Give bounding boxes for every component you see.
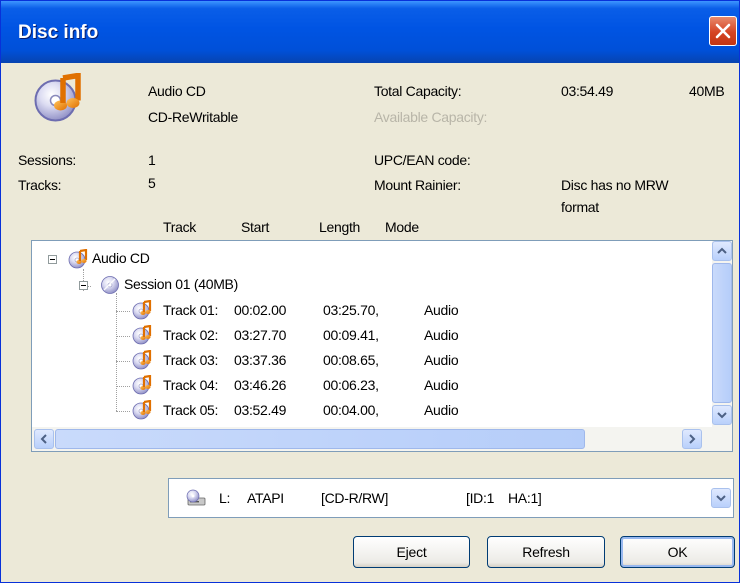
tracks-value: 5 — [148, 175, 156, 191]
mount-rainier-value-cont: format — [561, 199, 599, 215]
horizontal-scrollbar[interactable] — [32, 427, 732, 451]
drive-name: ATAPI — [247, 490, 284, 506]
track-label: Track 01: — [163, 302, 219, 318]
total-capacity-time: 03:54.49 — [561, 83, 614, 99]
track-mode: Audio — [424, 302, 459, 318]
sessions-value: 1 — [148, 152, 156, 168]
drive-dropdown-button[interactable] — [711, 488, 731, 508]
track-mode: Audio — [424, 327, 459, 343]
column-header-mode: Mode — [385, 219, 419, 235]
disc-media-label: CD-ReWritable — [148, 109, 238, 125]
track-length: 00:08.65, — [323, 352, 379, 368]
track-length: 03:25.70, — [323, 302, 379, 318]
column-header-track: Track — [163, 219, 196, 235]
upc-ean-label: UPC/EAN code: — [374, 152, 471, 168]
chevron-up-icon — [717, 247, 727, 254]
scroll-left-button[interactable] — [34, 429, 54, 449]
window-title: Disc info — [18, 22, 99, 43]
total-capacity-size: 40MB — [689, 83, 725, 99]
audio-track-icon — [132, 300, 152, 320]
scroll-right-button[interactable] — [682, 429, 702, 449]
sessions-label: Sessions: — [18, 152, 76, 168]
mount-rainier-label: Mount Rainier: — [374, 177, 461, 193]
audio-cd-icon — [68, 249, 88, 269]
audio-track-icon — [132, 375, 152, 395]
collapse-session-button[interactable] — [79, 281, 88, 290]
title-bar: Disc info — [1, 1, 739, 63]
session-disc-icon — [101, 276, 119, 294]
column-header-length: Length — [319, 219, 361, 235]
column-header-start: Start — [241, 219, 270, 235]
track-length: 00:06.23, — [323, 377, 379, 393]
disc-type-label: Audio CD — [148, 83, 206, 99]
refresh-button[interactable]: Refresh — [487, 536, 605, 568]
track-start: 03:52.49 — [234, 402, 287, 418]
chevron-right-icon — [689, 434, 696, 444]
track-start: 03:46.26 — [234, 377, 287, 393]
total-capacity-label: Total Capacity: — [374, 83, 462, 99]
track-mode: Audio — [424, 377, 459, 393]
drive-letter: L: — [219, 490, 231, 506]
track-start: 00:02.00 — [234, 302, 287, 318]
vertical-scrollbar[interactable] — [712, 241, 732, 427]
disc-info-dialog: Disc info Audio CD CD-ReWritable Total C… — [0, 0, 740, 583]
drive-select[interactable]: L: ATAPI [CD-R/RW] [ID:1 HA:1] — [168, 478, 734, 518]
audio-track-icon — [132, 325, 152, 345]
ok-button[interactable]: OK — [620, 536, 735, 568]
track-mode: Audio — [424, 352, 459, 368]
horizontal-scroll-thumb[interactable] — [55, 429, 585, 449]
drive-ha: HA:1] — [508, 490, 542, 506]
scroll-up-button[interactable] — [712, 241, 732, 261]
chevron-down-icon — [717, 412, 727, 419]
mount-rainier-value: Disc has no MRW — [561, 177, 669, 193]
audio-cd-icon — [33, 73, 83, 123]
tree-root-label[interactable]: Audio CD — [92, 250, 150, 266]
audio-track-icon — [132, 400, 152, 420]
track-label: Track 02: — [163, 327, 219, 343]
tracks-label: Tracks: — [18, 177, 62, 193]
track-length: 00:09.41, — [323, 327, 379, 343]
track-label: Track 05: — [163, 402, 219, 418]
track-start: 03:27.70 — [234, 327, 287, 343]
collapse-root-button[interactable] — [48, 255, 57, 264]
eject-button[interactable]: Eject — [353, 536, 470, 568]
drive-id: [ID:1 — [466, 490, 495, 506]
track-length: 00:04.00, — [323, 402, 379, 418]
cd-drive-icon — [186, 489, 206, 506]
track-tree-view[interactable]: Audio CD Session 01 (40MB) Track 01: 00:… — [31, 240, 733, 452]
track-mode: Audio — [424, 402, 459, 418]
available-capacity-label: Available Capacity: — [374, 109, 488, 125]
session-label[interactable]: Session 01 (40MB) — [124, 276, 238, 292]
vertical-scroll-thumb[interactable] — [712, 263, 732, 403]
drive-type: [CD-R/RW] — [321, 490, 389, 506]
chevron-down-icon — [716, 495, 726, 502]
close-icon — [715, 23, 731, 39]
track-start: 03:37.36 — [234, 352, 287, 368]
chevron-left-icon — [40, 434, 47, 444]
close-button[interactable] — [709, 16, 737, 46]
track-label: Track 03: — [163, 352, 219, 368]
track-label: Track 04: — [163, 377, 219, 393]
audio-track-icon — [132, 350, 152, 370]
scroll-down-button[interactable] — [712, 405, 732, 425]
